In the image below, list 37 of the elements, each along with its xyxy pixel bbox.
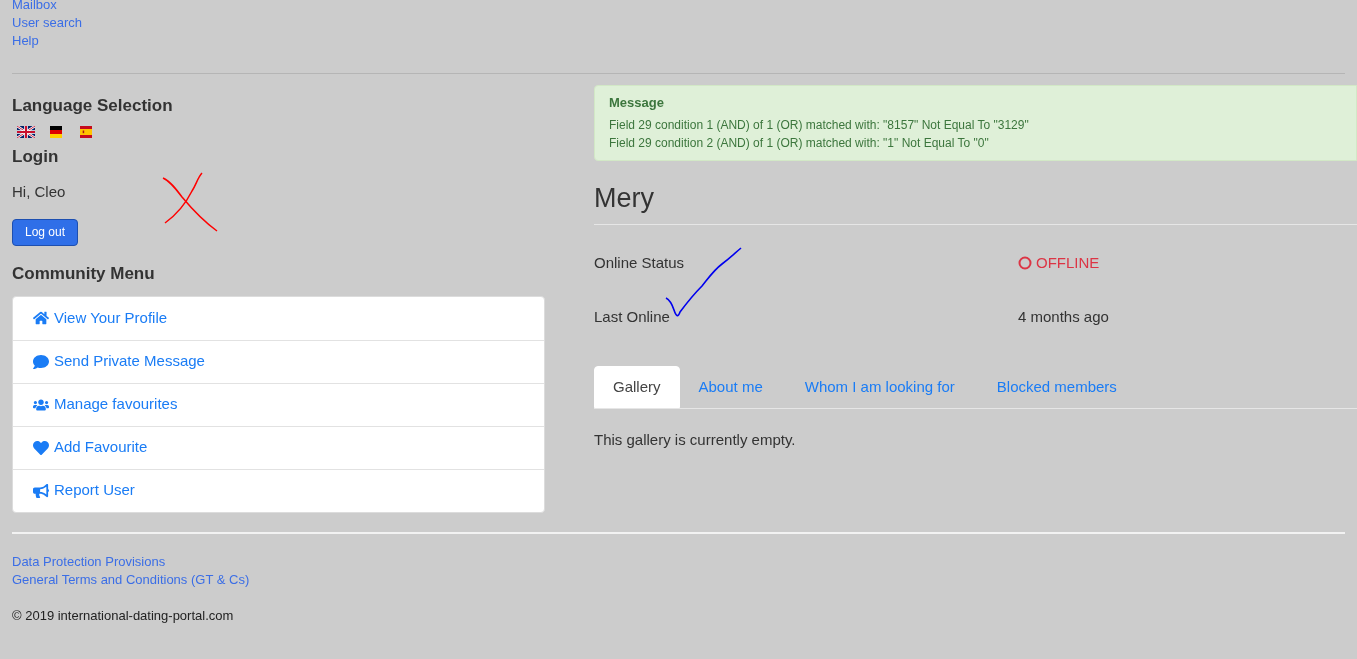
message-title: Message <box>609 94 664 112</box>
field-value: 4 months ago <box>1018 308 1109 326</box>
menu-item[interactable]: Send Private Message <box>13 339 544 383</box>
menu-item[interactable]: Report User <box>13 468 544 512</box>
tab[interactable]: About me <box>679 366 782 408</box>
flag-icon[interactable] <box>47 126 65 138</box>
menu-item[interactable]: Manage favourites <box>13 382 544 426</box>
nav-link[interactable]: Help <box>12 32 39 50</box>
message-line: Field 29 condition 2 (AND) of 1 (OR) matched with: "1" Not Equal To "0" <box>609 135 989 152</box>
section-heading: Login <box>12 146 59 168</box>
profile-name: Mery <box>594 182 654 215</box>
message-line: Field 29 condition 1 (AND) of 1 (OR) matched with: "8157" Not Equal To "3129" <box>609 117 1029 134</box>
tab[interactable]: Gallery <box>594 366 680 408</box>
circle-icon <box>1018 256 1032 270</box>
report-icon <box>33 482 49 499</box>
section-heading: Community Menu <box>12 262 155 285</box>
greeting-text: Hi, Cleo <box>12 182 66 202</box>
menu-item[interactable]: View Your Profile <box>13 296 544 340</box>
section-heading: Language Selection <box>12 95 173 117</box>
copyright-text: © 2019 international-dating-portal.com <box>12 606 234 625</box>
status-value: OFFLINE <box>1018 254 1100 272</box>
logout-button[interactable]: Log out <box>12 218 79 246</box>
home-icon <box>33 310 49 326</box>
footer-link[interactable]: General Terms and Conditions (GT & Cs) <box>12 570 250 589</box>
nav-link[interactable]: User search <box>12 14 83 32</box>
empty-gallery-text: This gallery is currently empty. <box>594 430 796 450</box>
field-label: Last Online <box>594 308 671 326</box>
field-label: Online Status <box>594 254 686 272</box>
nav-link[interactable]: Mailbox <box>12 0 57 14</box>
menu-item[interactable]: Add Favourite <box>13 425 544 469</box>
tab[interactable]: Blocked members <box>977 366 1136 408</box>
flag-icon[interactable] <box>17 126 35 138</box>
message-icon <box>33 353 49 370</box>
footer-link[interactable]: Data Protection Provisions <box>12 552 166 571</box>
tab[interactable]: Whom I am looking for <box>785 366 974 408</box>
heart-icon <box>33 439 49 456</box>
cross-mark-drawing <box>162 171 220 233</box>
